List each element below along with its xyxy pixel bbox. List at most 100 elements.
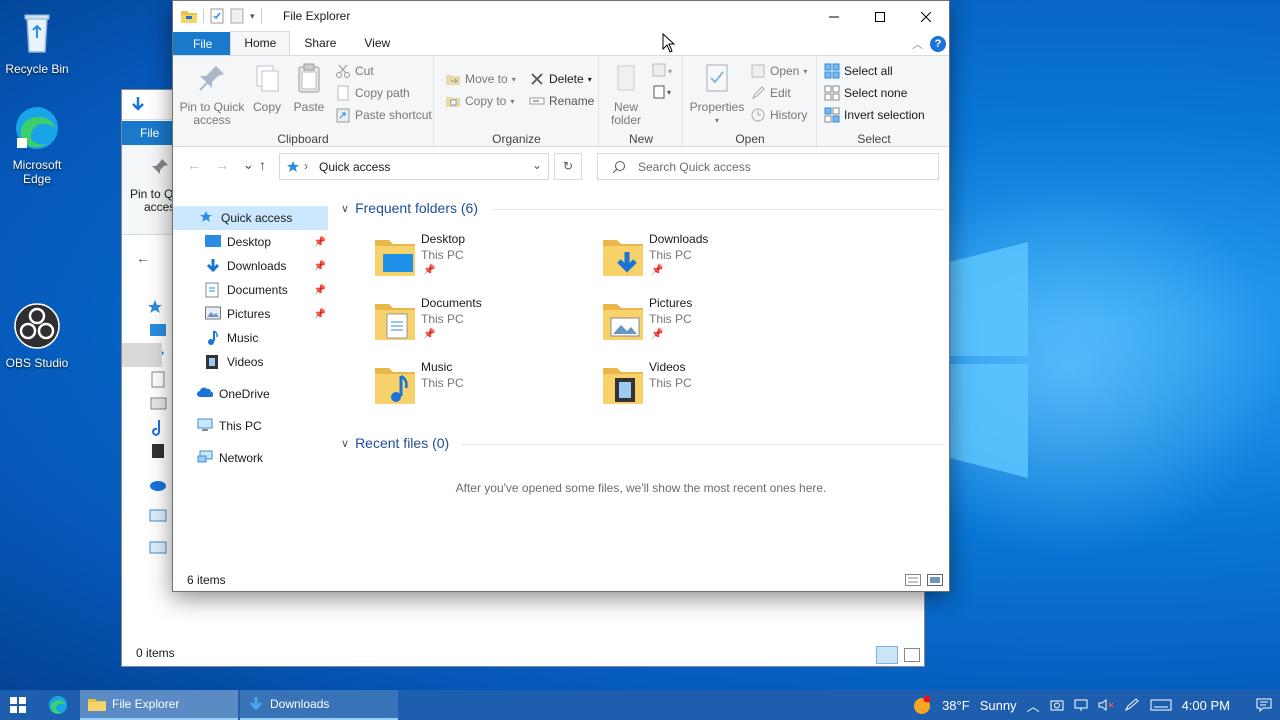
chevron-down-icon[interactable]: ⌄ (532, 158, 542, 172)
pin-icon[interactable]: 📌 (314, 261, 326, 272)
start-button[interactable] (0, 690, 36, 720)
up-arrow-icon[interactable]: ↑ (259, 157, 266, 173)
address-field[interactable]: › Quick access ⌄ (279, 153, 549, 180)
back-arrow-icon[interactable]: ← (187, 157, 201, 173)
edit-button[interactable]: Edit (750, 85, 791, 101)
dropdown-recent-icon[interactable]: ⌄ (243, 157, 254, 173)
copy-button[interactable]: Copy (247, 62, 287, 114)
maximize-button[interactable] (857, 1, 903, 32)
cut-label: Cut (355, 64, 374, 78)
mouse-cursor-icon (662, 33, 676, 53)
nav-item-quick-access[interactable]: Quick access (173, 206, 328, 230)
network-icon[interactable] (1074, 698, 1088, 712)
paste-shortcut-button[interactable]: Paste shortcut (335, 107, 432, 123)
rename-button[interactable]: Rename (529, 93, 594, 109)
details-view-icon[interactable] (876, 646, 898, 664)
select-all-button[interactable]: Select all (824, 63, 893, 79)
folder-tile-documents[interactable]: Documents This PC 📌 (373, 296, 593, 350)
folder-tile-desktop[interactable]: Desktop This PC 📌 (373, 232, 593, 286)
history-button[interactable]: History (750, 107, 807, 123)
open-button[interactable]: Open ▾ (750, 63, 807, 79)
frequent-folders-header[interactable]: ∨ Frequent folders (6) (341, 200, 478, 216)
cut-button[interactable]: Cut (335, 63, 374, 79)
tab-file[interactable]: File (173, 32, 231, 55)
new-folder-button[interactable]: New folder (606, 62, 646, 127)
folder-tile-videos[interactable]: Videos This PC (601, 360, 821, 414)
nav-item-desktop[interactable]: Desktop 📌 (173, 230, 328, 254)
pin-to-quick-access-button[interactable]: Pin to Quick access (177, 62, 247, 127)
new-folder-quick-icon[interactable] (230, 8, 244, 24)
notification-icon[interactable] (1256, 698, 1272, 712)
nav-item-music[interactable]: Music (173, 326, 328, 350)
nav-item-pictures[interactable]: Pictures 📌 (173, 302, 328, 326)
large-icons-view-icon[interactable] (927, 574, 943, 586)
tab-home[interactable]: Home (230, 31, 291, 55)
taskbar-downloads[interactable]: Downloads (240, 690, 398, 720)
tab-view[interactable]: View (350, 32, 404, 55)
customize-dropdown-icon[interactable]: ▾ (250, 11, 255, 22)
pen-icon[interactable] (1124, 698, 1140, 712)
recent-files-header[interactable]: ∨ Recent files (0) (341, 435, 449, 451)
speaker-muted-icon[interactable] (1098, 698, 1114, 712)
nav-label: Videos (227, 355, 264, 369)
nav-item-this-pc[interactable]: This PC (173, 414, 328, 438)
titlebar[interactable]: ▾ File Explorer (173, 1, 949, 32)
address-bar-row: ← → ⌄ ↑ › Quick access ⌄ ↻ Search Quick … (173, 147, 949, 185)
music-icon (205, 330, 221, 346)
search-input[interactable]: Search Quick access (597, 153, 939, 180)
tray-overflow-icon[interactable]: ︿ (1027, 696, 1040, 715)
taskbar-edge[interactable] (36, 690, 80, 720)
pin-icon[interactable]: 📌 (314, 309, 326, 320)
nav-item-documents[interactable]: Documents 📌 (173, 278, 328, 302)
easy-access-icon[interactable]: ▾ (652, 84, 674, 103)
help-button[interactable]: ? (930, 36, 946, 52)
nav-item-downloads[interactable]: Downloads 📌 (173, 254, 328, 278)
close-button[interactable] (903, 1, 949, 32)
folder-tile-downloads[interactable]: Downloads This PC 📌 (601, 232, 821, 286)
pin-icon[interactable]: 📌 (314, 237, 326, 248)
file-explorer-window[interactable]: ▾ File Explorer File Home Share View ︿ ?… (172, 0, 950, 592)
pin-icon[interactable]: 📌 (314, 285, 326, 296)
copy-path-button[interactable]: Copy path (335, 85, 410, 101)
forward-arrow-icon[interactable]: → (215, 157, 229, 173)
invert-selection-button[interactable]: Invert selection (824, 107, 925, 123)
move-to-button[interactable]: Move to ▾ (445, 71, 516, 87)
nav-item-videos[interactable]: Videos (173, 350, 328, 374)
refresh-button[interactable]: ↻ (554, 153, 582, 180)
details-view-icon[interactable] (905, 574, 921, 586)
desktop-icon-edge[interactable]: Microsoft Edge (1, 104, 73, 186)
weather-condition[interactable]: Sunny (980, 698, 1017, 713)
new-item-icon[interactable]: ▾ (652, 62, 674, 81)
tab-share[interactable]: Share (290, 32, 350, 55)
history-label: History (770, 108, 808, 122)
properties-button[interactable]: Properties ▾ (686, 62, 748, 127)
properties-quick-icon[interactable] (210, 8, 224, 24)
background-file-tab[interactable]: File (122, 121, 174, 145)
weather-temperature[interactable]: 38°F (942, 698, 970, 713)
keyboard-icon[interactable] (1150, 698, 1172, 712)
copy-to-button[interactable]: Copy to ▾ (445, 93, 514, 109)
select-none-button[interactable]: Select none (824, 85, 907, 101)
desktop-icon-obs[interactable]: OBS Studio (1, 302, 73, 370)
nav-item-onedrive[interactable]: OneDrive (173, 382, 328, 406)
nav-item-network[interactable]: Network (173, 446, 328, 470)
desktop-icon-recycle-bin[interactable]: Recycle Bin (1, 8, 73, 76)
folder-tile-music[interactable]: Music This PC (373, 360, 593, 414)
documents-folder-icon (375, 304, 415, 340)
this-pc-icon (197, 418, 213, 434)
folder-tile-pictures[interactable]: Pictures This PC 📌 (601, 296, 821, 350)
clipboard-group-label: Clipboard (277, 132, 329, 146)
delete-button[interactable]: Delete ▾ (529, 71, 592, 87)
minimize-button[interactable] (811, 1, 857, 32)
paste-button[interactable]: Paste (289, 62, 329, 114)
taskbar-app-label: File Explorer (112, 697, 180, 711)
breadcrumb-separator-icon[interactable]: › (304, 159, 308, 173)
clock-time[interactable]: 4:00 PM (1182, 698, 1230, 713)
background-pin-label-2: acces (144, 200, 176, 214)
collapse-ribbon-icon[interactable]: ︿ (912, 36, 923, 52)
weather-sun-icon[interactable] (912, 695, 932, 715)
taskbar-file-explorer[interactable]: File Explorer (80, 690, 238, 720)
camera-icon[interactable] (1050, 698, 1064, 712)
background-back-arrow-icon[interactable]: ← (136, 250, 150, 266)
large-icons-view-icon[interactable] (904, 648, 920, 662)
